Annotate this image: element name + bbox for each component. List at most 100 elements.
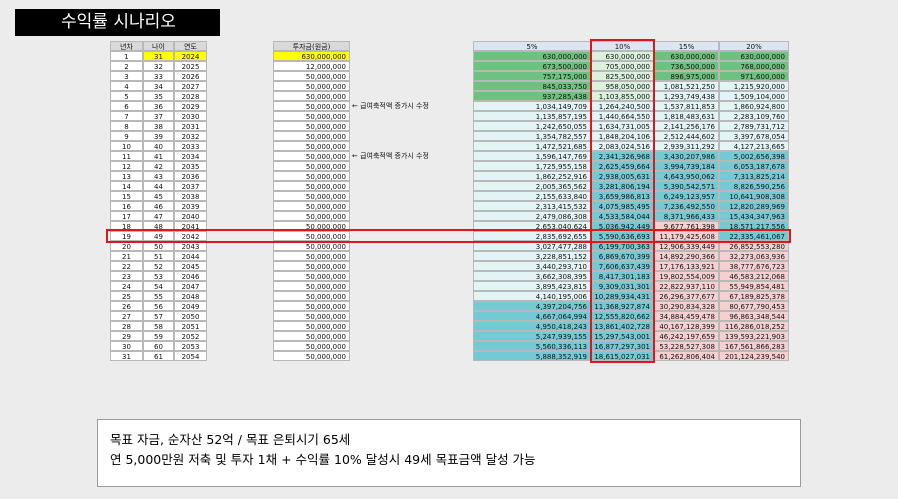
cell-invest: 50,000,000 <box>273 71 350 81</box>
cell-r10: 2,938,005,631 <box>591 171 654 181</box>
cell-r20: 46,583,212,068 <box>719 271 789 281</box>
cell-age: 31 <box>143 51 174 61</box>
cell-r10: 13,861,402,728 <box>591 321 654 331</box>
cell-r5: 3,440,293,710 <box>473 261 591 271</box>
cell-r5: 2,835,692,655 <box>473 231 591 241</box>
cell-r10: 2,341,326,968 <box>591 151 654 161</box>
cell-r5: 3,895,423,815 <box>473 281 591 291</box>
cell-year_no: 10 <box>110 141 143 151</box>
cell-age: 49 <box>143 231 174 241</box>
cell-r5: 845,033,750 <box>473 81 591 91</box>
cell-age: 60 <box>143 341 174 351</box>
cell-r20: 12,820,289,969 <box>719 201 789 211</box>
summary-line-goal: 목표 자금, 순자산 52억 / 목표 은퇴시기 65세 <box>110 432 351 447</box>
cell-year: 2034 <box>174 151 207 161</box>
cell-r20: 201,124,239,540 <box>719 351 789 361</box>
cell-year_no: 7 <box>110 111 143 121</box>
cell-invest: 50,000,000 <box>273 281 350 291</box>
cell-r5: 5,560,336,113 <box>473 341 591 351</box>
cell-age: 39 <box>143 131 174 141</box>
cell-year_no: 6 <box>110 101 143 111</box>
cell-year: 2030 <box>174 111 207 121</box>
cell-r10: 5,590,636,693 <box>591 231 654 241</box>
cell-r15: 22,822,937,110 <box>654 281 719 291</box>
cell-invest: 50,000,000 <box>273 301 350 311</box>
cell-r10: 7,606,637,439 <box>591 261 654 271</box>
cell-r20: 7,313,825,214 <box>719 171 789 181</box>
cell-r10: 2,625,459,664 <box>591 161 654 171</box>
cell-invest: 50,000,000 <box>273 131 350 141</box>
cell-year_no: 13 <box>110 171 143 181</box>
cell-r5: 1,242,650,055 <box>473 121 591 131</box>
cell-r15: 17,176,133,921 <box>654 261 719 271</box>
cell-r15: 1,818,483,631 <box>654 111 719 121</box>
cell-r5: 1,135,857,195 <box>473 111 591 121</box>
cell-r10: 3,281,806,194 <box>591 181 654 191</box>
cell-age: 59 <box>143 331 174 341</box>
cell-age: 42 <box>143 161 174 171</box>
cell-r20: 18,571,217,556 <box>719 221 789 231</box>
cell-r5: 1,596,147,769 <box>473 151 591 161</box>
cell-r10: 958,050,000 <box>591 81 654 91</box>
cell-invest: 50,000,000 <box>273 231 350 241</box>
cell-year_no: 21 <box>110 251 143 261</box>
cell-r15: 11,179,425,608 <box>654 231 719 241</box>
cell-r5: 5,247,939,155 <box>473 331 591 341</box>
cell-r20: 139,593,221,903 <box>719 331 789 341</box>
cell-year: 2039 <box>174 201 207 211</box>
cell-age: 40 <box>143 141 174 151</box>
summary-box: 목표 자금, 순자산 52억 / 목표 은퇴시기 65세 연 5,000만원 저… <box>97 419 801 487</box>
cell-r15: 61,262,806,404 <box>654 351 719 361</box>
cell-invest: 50,000,000 <box>273 111 350 121</box>
cell-r20: 971,600,000 <box>719 71 789 81</box>
cell-r15: 2,939,311,292 <box>654 141 719 151</box>
cell-year: 2042 <box>174 231 207 241</box>
cell-invest: 50,000,000 <box>273 161 350 171</box>
header-invest: 투자금(원금) <box>273 41 350 51</box>
cell-r5: 937,285,438 <box>473 91 591 101</box>
cell-invest: 50,000,000 <box>273 151 350 161</box>
cell-r5: 2,313,415,532 <box>473 201 591 211</box>
cell-age: 43 <box>143 171 174 181</box>
cell-year_no: 31 <box>110 351 143 361</box>
header-year: 연도 <box>174 41 207 51</box>
cell-r5: 4,667,064,994 <box>473 311 591 321</box>
cell-r5: 757,175,000 <box>473 71 591 81</box>
cell-year: 2053 <box>174 341 207 351</box>
cell-year_no: 18 <box>110 221 143 231</box>
cell-r15: 40,167,128,399 <box>654 321 719 331</box>
cell-r20: 1,509,104,000 <box>719 91 789 101</box>
cell-year: 2048 <box>174 291 207 301</box>
cell-year: 2044 <box>174 251 207 261</box>
cell-r10: 8,417,301,183 <box>591 271 654 281</box>
cell-r10: 6,199,700,363 <box>591 241 654 251</box>
cell-r10: 630,000,000 <box>591 51 654 61</box>
cell-r15: 34,884,459,478 <box>654 311 719 321</box>
cell-r5: 4,140,195,006 <box>473 291 591 301</box>
cell-invest: 50,000,000 <box>273 211 350 221</box>
cell-invest: 50,000,000 <box>273 261 350 271</box>
cell-r15: 19,802,554,009 <box>654 271 719 281</box>
cell-year: 2050 <box>174 311 207 321</box>
cell-year_no: 11 <box>110 151 143 161</box>
cell-year_no: 25 <box>110 291 143 301</box>
cell-r15: 30,290,834,328 <box>654 301 719 311</box>
cell-r5: 1,354,782,557 <box>473 131 591 141</box>
cell-invest: 50,000,000 <box>273 141 350 151</box>
cell-r15: 6,249,123,957 <box>654 191 719 201</box>
cell-r20: 80,677,790,453 <box>719 301 789 311</box>
cell-r5: 3,662,308,395 <box>473 271 591 281</box>
cell-r20: 4,127,213,665 <box>719 141 789 151</box>
cell-year_no: 12 <box>110 161 143 171</box>
cell-year: 2027 <box>174 81 207 91</box>
cell-year_no: 29 <box>110 331 143 341</box>
cell-age: 56 <box>143 301 174 311</box>
cell-r15: 46,242,197,659 <box>654 331 719 341</box>
cell-r5: 2,155,633,840 <box>473 191 591 201</box>
cell-r15: 7,236,492,550 <box>654 201 719 211</box>
cell-r15: 53,228,527,308 <box>654 341 719 351</box>
cell-age: 38 <box>143 121 174 131</box>
cell-age: 32 <box>143 61 174 71</box>
cell-invest: 50,000,000 <box>273 221 350 231</box>
cell-r15: 8,371,966,433 <box>654 211 719 221</box>
